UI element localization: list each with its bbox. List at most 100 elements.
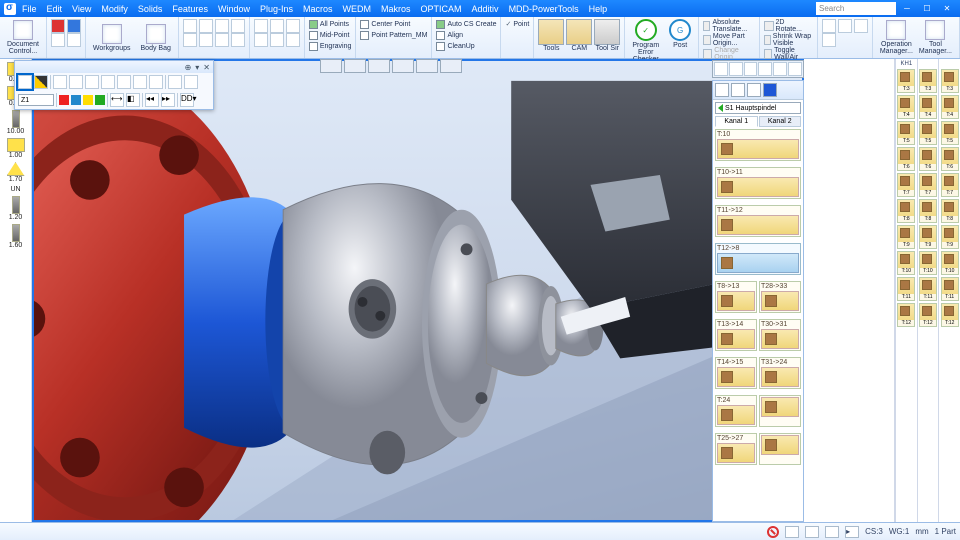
strip-item[interactable]: T:5 [919,121,937,145]
view-tab-1[interactable] [320,59,342,73]
strip-item[interactable]: T:12 [897,303,915,327]
status-btn-1[interactable] [785,526,799,538]
menu-makros[interactable]: Makros [381,4,411,14]
strip-item[interactable]: T:10 [941,251,959,275]
param-3[interactable]: 10.00 [3,110,29,135]
param-6[interactable]: UN [3,186,29,193]
strip-item[interactable]: T:11 [941,277,959,301]
spindle-title[interactable]: S1 Hauptspindel [715,102,801,114]
param-8[interactable]: 1.60 [3,224,29,249]
move-origin-button[interactable]: Move Part Origin... [703,33,754,47]
tool-slot[interactable]: T25->27 [715,433,757,465]
swatch-green-icon[interactable] [95,95,105,105]
strip-item[interactable]: T:5 [897,121,915,145]
strip-item[interactable]: T:6 [919,147,937,171]
solid2-icon[interactable] [270,19,284,33]
status-btn-3[interactable] [825,526,839,538]
tool-slot[interactable]: T10->11 [715,167,801,199]
menu-file[interactable]: File [22,4,37,14]
spindle-tool-6[interactable] [788,62,802,76]
strip-item[interactable]: T:5 [941,121,959,145]
menu-window[interactable]: Window [218,4,250,14]
color2-icon[interactable] [838,19,852,33]
tool-sir-button[interactable] [594,19,620,45]
window-close-button[interactable] [938,2,956,15]
cube-icon[interactable]: ◧ [126,93,140,107]
tool-slot[interactable]: T12->8 [715,243,801,275]
view-tab-5[interactable] [416,59,438,73]
clock-icon[interactable] [822,33,836,47]
shape1-icon[interactable] [183,19,197,33]
shape7-icon[interactable] [215,33,229,47]
panel-btn-2[interactable] [731,83,745,97]
strip-item[interactable]: T:3 [941,69,959,93]
strip-item[interactable]: T:4 [919,95,937,119]
strip-item[interactable]: T:4 [897,95,915,119]
tab-kanal-1[interactable]: Kanal 1 [715,116,758,127]
swatch-blue-icon[interactable] [71,95,81,105]
tool-d-icon[interactable] [101,75,115,89]
window-maximize-button[interactable] [918,2,936,15]
tool-slot[interactable]: T14->15 [715,357,757,389]
post-button[interactable]: G Post [666,19,694,49]
tools-browser-button[interactable] [538,19,564,45]
status-btn-4[interactable]: ▸ [845,526,859,538]
tool-f-icon[interactable] [133,75,147,89]
menu-additiv[interactable]: Additiv [472,4,499,14]
param-4[interactable]: 1.00 [3,138,29,159]
solid3-icon[interactable] [286,19,300,33]
view-tab-6[interactable] [440,59,462,73]
spindle-tool-4[interactable] [758,62,772,76]
point-pattern-toggle[interactable]: Point Pattern_MM [360,31,427,40]
menu-opticam[interactable]: OPTICAM [421,4,462,14]
menu-plugins[interactable]: Plug-Ins [260,4,293,14]
panel-btn-4[interactable] [763,83,777,97]
tab-kanal-2[interactable]: Kanal 2 [759,116,802,127]
strip-item[interactable]: T:8 [919,199,937,223]
color3-icon[interactable] [854,19,868,33]
panel-btn-1[interactable] [715,83,729,97]
align-toggle[interactable]: Align [436,31,496,40]
tool-b-icon[interactable] [69,75,83,89]
tool-c-icon[interactable] [85,75,99,89]
engraving-toggle[interactable]: Engraving [309,42,352,51]
pin-icon[interactable]: ⊕ [185,63,192,72]
shrinkwrap-button[interactable]: Shrink Wrap Visible [764,33,813,47]
all-points-toggle[interactable]: All Points [309,20,352,29]
operation-manager-button[interactable]: Operation Manager... [877,19,916,56]
floating-toolbar[interactable]: ⊕▾✕ Z1 ⟷ ◧ ◂◂ ▸▸ DD▾ [14,60,214,110]
strip-item[interactable]: T:8 [897,199,915,223]
strip-item[interactable]: T:11 [897,277,915,301]
tool-slot[interactable]: T:10 [715,129,801,161]
strip-item[interactable]: T:11 [919,277,937,301]
menu-solids[interactable]: Solids [138,4,163,14]
solid6-icon[interactable] [286,33,300,47]
strip-item[interactable]: T:7 [897,173,915,197]
menu-mdd[interactable]: MDD-PowerTools [509,4,579,14]
tool-e-icon[interactable] [117,75,131,89]
dim-a-icon[interactable]: ⟷ [110,93,124,107]
tool-slot[interactable] [759,433,801,465]
strip-item[interactable]: T:12 [941,303,959,327]
document-control-button[interactable]: Document Control... [4,19,42,56]
status-cs[interactable]: CS:3 [865,527,883,536]
solid5-icon[interactable] [270,33,284,47]
cleanup-toggle[interactable]: CleanUp [436,42,496,51]
tool-slot[interactable]: T28->33 [759,281,801,313]
z-level-select[interactable]: Z1 [18,94,54,106]
center-point-toggle[interactable]: Center Point [360,20,427,29]
status-wg[interactable]: WG:1 [889,527,909,536]
shape5-icon[interactable] [183,33,197,47]
spindle-tool-2[interactable] [729,62,743,76]
tool-manager-button[interactable]: Tool Manager... [916,19,955,56]
strip-item[interactable]: T:12 [919,303,937,327]
shape8-icon[interactable] [231,33,245,47]
mid-point-toggle[interactable]: Mid-Point [309,31,352,40]
strip-item[interactable]: T:6 [941,147,959,171]
solid1-icon[interactable] [254,19,268,33]
red-layer-icon[interactable] [51,19,65,33]
shape2-icon[interactable] [199,19,213,33]
strip-item[interactable]: T:3 [919,69,937,93]
spindle-tool-5[interactable] [773,62,787,76]
solid4-icon[interactable] [254,33,268,47]
